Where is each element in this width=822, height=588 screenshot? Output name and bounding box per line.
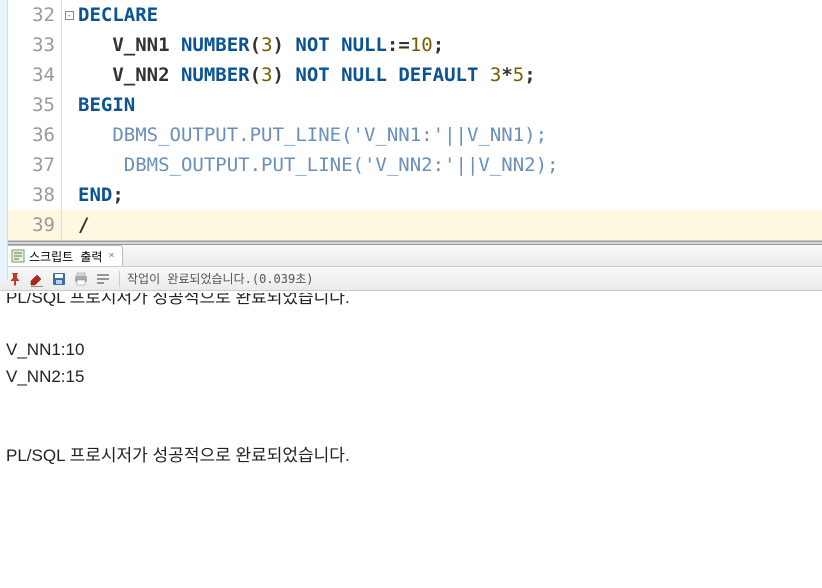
code-content[interactable]: END; bbox=[76, 184, 124, 206]
output-line bbox=[6, 311, 816, 337]
textwrap-icon bbox=[95, 271, 111, 287]
code-content[interactable]: DBMS_OUTPUT.PUT_LINE('V_NN2:'||V_NN2); bbox=[76, 154, 558, 176]
code-line[interactable]: 38 END; bbox=[8, 180, 822, 210]
tab-script-output[interactable]: 스크립트 출력 × bbox=[4, 245, 123, 266]
output-line: V_NN2:15 bbox=[6, 364, 816, 390]
output-line: V_NN1:10 bbox=[6, 337, 816, 363]
line-number: 32 bbox=[8, 0, 62, 30]
text-wrap-button[interactable] bbox=[94, 270, 112, 288]
pin-icon bbox=[7, 271, 23, 287]
output-clipped-row: PL/SQL 프로시저가 성공적으로 완료되었습니다. bbox=[6, 293, 816, 311]
code-content[interactable]: / bbox=[76, 214, 89, 236]
eraser-icon bbox=[29, 271, 45, 287]
code-line[interactable]: 32-DECLARE bbox=[8, 0, 822, 30]
script-output-icon bbox=[11, 249, 25, 263]
code-editor[interactable]: 32-DECLARE33 V_NN1 NUMBER(3) NOT NULL:=1… bbox=[0, 0, 822, 241]
tab-label: 스크립트 출력 bbox=[29, 248, 102, 265]
output-tab-bar: 스크립트 출력 × bbox=[0, 245, 822, 267]
line-number: 36 bbox=[8, 120, 62, 150]
code-content[interactable]: V_NN1 NUMBER(3) NOT NULL:=10; bbox=[76, 34, 444, 56]
code-line[interactable]: 39 / bbox=[8, 210, 822, 240]
vertical-ruler bbox=[0, 0, 8, 280]
code-content[interactable]: DBMS_OUTPUT.PUT_LINE('V_NN1:'||V_NN1); bbox=[76, 124, 547, 146]
code-content[interactable]: V_NN2 NUMBER(3) NOT NULL DEFAULT 3*5; bbox=[76, 64, 536, 86]
tab-close-icon[interactable]: × bbox=[106, 251, 116, 261]
line-number: 37 bbox=[8, 150, 62, 180]
status-text: 작업이 완료되었습니다.(0.039초) bbox=[127, 270, 313, 287]
output-line bbox=[6, 390, 816, 416]
code-line[interactable]: 36 DBMS_OUTPUT.PUT_LINE('V_NN1:'||V_NN1)… bbox=[8, 120, 822, 150]
code-line[interactable]: 35 BEGIN bbox=[8, 90, 822, 120]
output-line bbox=[6, 416, 816, 442]
toolbar-separator bbox=[119, 271, 120, 287]
line-number: 33 bbox=[8, 30, 62, 60]
save-button[interactable] bbox=[50, 270, 68, 288]
fold-gutter[interactable]: - bbox=[62, 11, 76, 20]
output-content[interactable]: PL/SQL 프로시저가 성공적으로 완료되었습니다. V_NN1:10V_NN… bbox=[0, 291, 822, 471]
line-number: 38 bbox=[8, 180, 62, 210]
output-line: PL/SQL 프로시저가 성공적으로 완료되었습니다. bbox=[6, 443, 816, 469]
output-line: PL/SQL 프로시저가 성공적으로 완료되었습니다. bbox=[6, 293, 350, 311]
print-button[interactable] bbox=[72, 270, 90, 288]
code-line[interactable]: 33 V_NN1 NUMBER(3) NOT NULL:=10; bbox=[8, 30, 822, 60]
code-content[interactable]: BEGIN bbox=[76, 94, 135, 116]
output-toolbar: 작업이 완료되었습니다.(0.039초) bbox=[0, 267, 822, 291]
pin-button[interactable] bbox=[6, 270, 24, 288]
line-number: 35 bbox=[8, 90, 62, 120]
print-icon bbox=[73, 271, 89, 287]
save-icon bbox=[51, 271, 67, 287]
script-output-panel: 스크립트 출력 × bbox=[0, 245, 822, 471]
clear-button[interactable] bbox=[28, 270, 46, 288]
code-content[interactable]: DECLARE bbox=[76, 4, 158, 26]
code-line[interactable]: 34 V_NN2 NUMBER(3) NOT NULL DEFAULT 3*5; bbox=[8, 60, 822, 90]
code-line[interactable]: 37 DBMS_OUTPUT.PUT_LINE('V_NN2:'||V_NN2)… bbox=[8, 150, 822, 180]
line-number: 39 bbox=[8, 210, 62, 240]
fold-collapse-icon[interactable]: - bbox=[65, 11, 74, 20]
line-number: 34 bbox=[8, 60, 62, 90]
